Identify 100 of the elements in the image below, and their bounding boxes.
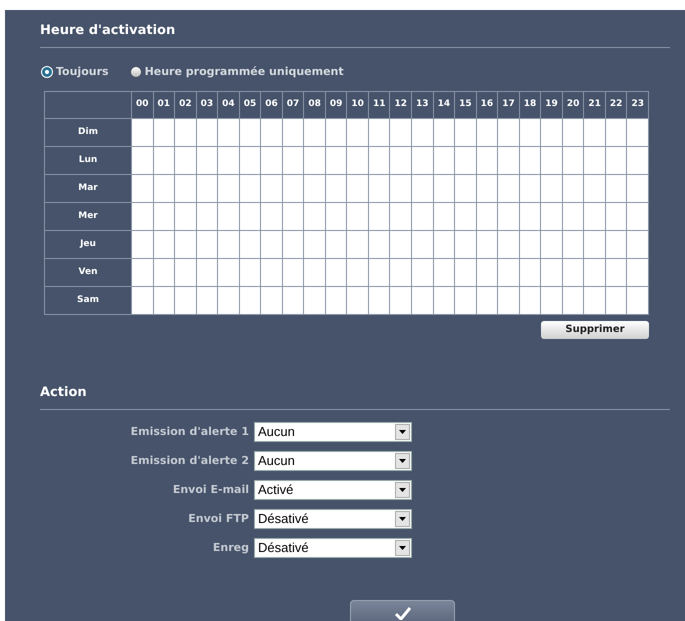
schedule-cell[interactable] (584, 203, 605, 230)
schedule-cell[interactable] (304, 147, 325, 174)
schedule-cell[interactable] (390, 119, 412, 146)
schedule-cell[interactable] (584, 287, 605, 314)
schedule-cell[interactable] (562, 147, 584, 174)
schedule-cell[interactable] (218, 231, 239, 258)
schedule-cell[interactable] (347, 119, 368, 146)
schedule-cell[interactable] (584, 259, 605, 286)
dropdown[interactable]: Désativé (254, 538, 412, 558)
schedule-cell[interactable] (390, 259, 412, 286)
schedule-cell[interactable] (498, 119, 519, 146)
schedule-cell[interactable] (368, 287, 390, 314)
schedule-cell[interactable] (584, 231, 605, 258)
schedule-cell[interactable] (455, 147, 476, 174)
schedule-cell[interactable] (562, 287, 584, 314)
schedule-cell[interactable] (476, 203, 498, 230)
schedule-cell[interactable] (434, 119, 454, 146)
schedule-cell[interactable] (434, 203, 454, 230)
schedule-cell[interactable] (455, 119, 476, 146)
schedule-cell[interactable] (175, 259, 196, 286)
schedule-cell[interactable] (390, 147, 412, 174)
schedule-cell[interactable] (218, 259, 239, 286)
schedule-cell[interactable] (627, 231, 648, 258)
schedule-cell[interactable] (282, 119, 304, 146)
schedule-cell[interactable] (261, 119, 282, 146)
schedule-cell[interactable] (520, 203, 540, 230)
schedule-cell[interactable] (627, 119, 648, 146)
schedule-cell[interactable] (412, 175, 433, 202)
schedule-cell[interactable] (218, 287, 239, 314)
schedule-cell[interactable] (347, 147, 368, 174)
schedule-cell[interactable] (498, 231, 519, 258)
schedule-cell[interactable] (175, 203, 196, 230)
schedule-cell[interactable] (520, 175, 540, 202)
schedule-cell[interactable] (412, 203, 433, 230)
schedule-cell[interactable] (412, 231, 433, 258)
dropdown[interactable]: Aucun (254, 422, 412, 442)
dropdown[interactable]: Activé (254, 480, 412, 500)
schedule-cell[interactable] (326, 203, 346, 230)
schedule-cell[interactable] (326, 287, 346, 314)
schedule-cell[interactable] (498, 259, 519, 286)
schedule-cell[interactable] (562, 203, 584, 230)
schedule-cell[interactable] (196, 147, 218, 174)
schedule-cell[interactable] (412, 119, 433, 146)
schedule-cell[interactable] (326, 119, 346, 146)
schedule-cell[interactable] (368, 259, 390, 286)
schedule-cell[interactable] (282, 231, 304, 258)
schedule-cell[interactable] (476, 147, 498, 174)
schedule-cell[interactable] (606, 203, 626, 230)
schedule-cell[interactable] (390, 231, 412, 258)
schedule-cell[interactable] (154, 259, 174, 286)
schedule-cell[interactable] (368, 119, 390, 146)
schedule-cell[interactable] (455, 259, 476, 286)
schedule-cell[interactable] (541, 259, 562, 286)
schedule-cell[interactable] (541, 203, 562, 230)
schedule-cell[interactable] (368, 147, 390, 174)
schedule-cell[interactable] (347, 175, 368, 202)
schedule-cell[interactable] (520, 119, 540, 146)
schedule-cell[interactable] (196, 259, 218, 286)
schedule-cell[interactable] (196, 287, 218, 314)
schedule-cell[interactable] (282, 175, 304, 202)
schedule-cell[interactable] (261, 147, 282, 174)
schedule-cell[interactable] (562, 259, 584, 286)
schedule-cell[interactable] (154, 287, 174, 314)
schedule-cell[interactable] (240, 175, 260, 202)
schedule-cell[interactable] (261, 203, 282, 230)
schedule-cell[interactable] (541, 175, 562, 202)
schedule-cell[interactable] (412, 259, 433, 286)
schedule-cell[interactable] (584, 119, 605, 146)
dropdown[interactable]: Désativé (254, 509, 412, 529)
schedule-cell[interactable] (304, 259, 325, 286)
schedule-cell[interactable] (455, 175, 476, 202)
schedule-cell[interactable] (520, 147, 540, 174)
schedule-cell[interactable] (218, 147, 239, 174)
schedule-cell[interactable] (326, 175, 346, 202)
schedule-cell[interactable] (584, 147, 605, 174)
schedule-cell[interactable] (175, 147, 196, 174)
schedule-cell[interactable] (154, 119, 174, 146)
schedule-cell[interactable] (368, 231, 390, 258)
schedule-cell[interactable] (261, 287, 282, 314)
schedule-cell[interactable] (240, 147, 260, 174)
schedule-cell[interactable] (154, 147, 174, 174)
schedule-cell[interactable] (476, 231, 498, 258)
schedule-cell[interactable] (455, 231, 476, 258)
schedule-cell[interactable] (196, 175, 218, 202)
schedule-cell[interactable] (606, 259, 626, 286)
schedule-cell[interactable] (240, 287, 260, 314)
schedule-cell[interactable] (218, 175, 239, 202)
schedule-cell[interactable] (240, 231, 260, 258)
schedule-cell[interactable] (175, 231, 196, 258)
schedule-cell[interactable] (390, 203, 412, 230)
schedule-cell[interactable] (541, 119, 562, 146)
schedule-cell[interactable] (390, 287, 412, 314)
schedule-cell[interactable] (282, 203, 304, 230)
schedule-cell[interactable] (434, 175, 454, 202)
schedule-cell[interactable] (627, 147, 648, 174)
schedule-cell[interactable] (476, 119, 498, 146)
schedule-cell[interactable] (541, 231, 562, 258)
schedule-cell[interactable] (520, 287, 540, 314)
schedule-cell[interactable] (412, 287, 433, 314)
schedule-cell[interactable] (347, 259, 368, 286)
